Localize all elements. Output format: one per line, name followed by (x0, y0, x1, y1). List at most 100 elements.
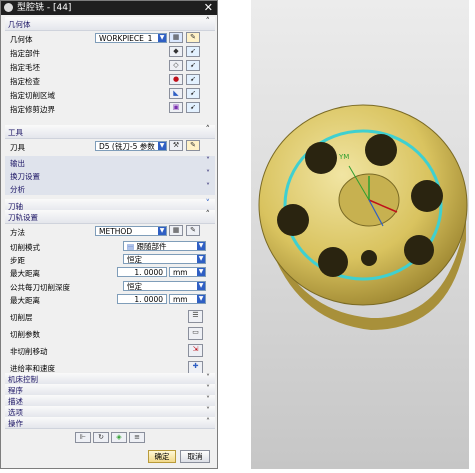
specify-check-row: 指定检查 ● ➹ (5, 74, 215, 87)
max-distance2-unit-select[interactable]: mm ▼ (169, 294, 206, 304)
subsection-tool-change[interactable]: 换刀设置 ˅ (5, 169, 215, 182)
non-cut-moves-icon[interactable]: ⇲ (188, 344, 203, 357)
subsection-analysis[interactable]: 分析 ˅ (5, 182, 215, 195)
cut-params-row: 切削参数 ▭ (5, 326, 215, 342)
tool-change-label: 换刀设置 (10, 172, 40, 181)
geometry-label: 几何体 (10, 35, 33, 44)
flashlight-icon[interactable]: ➹ (186, 88, 200, 99)
max-distance-unit: mm (173, 268, 188, 277)
cut-area-select-icon[interactable]: ◣ (169, 88, 183, 99)
specify-blank-label: 指定毛坯 (10, 63, 40, 72)
specify-part-label: 指定部件 (10, 49, 40, 58)
generate-icon[interactable]: ⊩ (75, 432, 91, 443)
specify-trim-label: 指定修剪边界 (10, 105, 55, 114)
chevron-up-icon[interactable]: ˄ (206, 17, 211, 27)
edit-tool-icon[interactable]: ✎ (186, 140, 200, 151)
max-distance2-row: 最大距离 1. 0000 mm ▼ (5, 293, 215, 306)
chevron-down-icon[interactable]: ˅ (206, 384, 210, 393)
chevron-up-icon[interactable]: ˄ (206, 417, 210, 426)
list-icon[interactable]: ≡ (129, 432, 145, 443)
pocket-hole (404, 235, 434, 265)
section-tool[interactable]: 工具 ˄ (5, 125, 215, 139)
chevron-down-icon: ▼ (197, 242, 205, 250)
chevron-down-icon[interactable]: ˅ (206, 199, 211, 209)
section-path-settings[interactable]: 刀轨设置 ˄ (5, 210, 215, 224)
method-value: METHOD (99, 227, 133, 236)
specify-cut-area-row: 指定切削区域 ◣ ➹ (5, 88, 215, 101)
specify-cut-area-label: 指定切削区域 (10, 91, 55, 100)
chevron-down-icon[interactable]: ˅ (206, 182, 210, 191)
ym-axis-label: YM (338, 153, 349, 161)
stepover-select[interactable]: 恒定 ▼ (123, 254, 206, 264)
flashlight-icon[interactable]: ➹ (186, 102, 200, 113)
pocket-hole (318, 247, 348, 277)
new-geometry-icon[interactable]: ▦ (169, 32, 183, 43)
non-cut-moves-row: 非切削移动 ⇲ (5, 343, 215, 359)
edit-method-icon[interactable]: ✎ (186, 225, 200, 236)
chevron-down-icon: ▼ (197, 295, 205, 303)
chevron-down-icon: ▼ (158, 34, 166, 42)
pocket-hole (305, 142, 337, 174)
flashlight-icon[interactable]: ➹ (186, 60, 200, 71)
check-select-icon[interactable]: ● (169, 74, 183, 85)
action-icons-row: ⊩ ↻ ◈ ≡ (5, 431, 215, 444)
pocket-hole (365, 134, 397, 166)
replay-icon[interactable]: ↻ (93, 432, 109, 443)
max-distance-input[interactable]: 1. 0000 (117, 267, 167, 277)
pocket-hole (411, 180, 443, 212)
stepover-value: 恒定 (127, 255, 142, 264)
app-icon (4, 3, 13, 12)
cut-levels-icon[interactable]: ☰ (188, 310, 203, 323)
chevron-up-icon[interactable]: ˄ (206, 210, 211, 220)
depth-row: 公共每刀切削深度 恒定 ▼ (5, 280, 215, 293)
chevron-down-icon[interactable]: ˅ (206, 406, 210, 415)
specify-part-row: 指定部件 ◆ ➹ (5, 46, 215, 59)
cut-params-icon[interactable]: ▭ (188, 327, 203, 340)
cut-mode-row: 切削模式 ▤ 跟随部件 ▼ (5, 240, 215, 253)
new-tool-icon[interactable]: ⚒ (169, 140, 183, 151)
max-distance-row: 最大距离 1. 0000 mm ▼ (5, 266, 215, 279)
subsection-output[interactable]: 输出 ˅ (5, 156, 215, 169)
dialog-title: 型腔铣 - [44] (17, 3, 72, 13)
new-method-icon[interactable]: ▦ (169, 225, 183, 236)
section-path-label: 刀轨设置 (8, 213, 38, 222)
verify-icon[interactable]: ◈ (111, 432, 127, 443)
max-distance2-input[interactable]: 1. 0000 (117, 294, 167, 304)
part-select-icon[interactable]: ◆ (169, 46, 183, 57)
tool-value: D5 (铣刀-5 参数 (99, 142, 155, 151)
blank-select-icon[interactable]: ◇ (169, 60, 183, 71)
actions-label: 操作 (8, 419, 23, 428)
cut-levels-label: 切削层 (10, 313, 33, 322)
pocket-hole (277, 204, 309, 236)
flashlight-icon[interactable]: ➹ (186, 74, 200, 85)
section-actions[interactable]: 操作 ˄ (5, 417, 215, 429)
non-cut-moves-label: 非切削移动 (10, 347, 48, 356)
cancel-button[interactable]: 取消 (180, 450, 210, 463)
chevron-down-icon[interactable]: ˅ (206, 373, 210, 382)
chevron-down-icon[interactable]: ˅ (206, 156, 210, 165)
max-distance-unit-select[interactable]: mm ▼ (169, 267, 206, 277)
method-select[interactable]: METHOD ▼ (95, 226, 167, 236)
output-label: 输出 (10, 159, 25, 168)
edit-geometry-icon[interactable]: ✎ (186, 32, 200, 43)
graphics-viewport[interactable]: YM (251, 0, 469, 469)
cut-mode-select[interactable]: ▤ 跟随部件 ▼ (123, 241, 206, 251)
trim-boundary-icon[interactable]: ▣ (169, 102, 183, 113)
tool-select[interactable]: D5 (铣刀-5 参数 ▼ (95, 141, 167, 151)
chevron-down-icon[interactable]: ˅ (206, 395, 210, 404)
close-icon[interactable]: ✕ (204, 1, 213, 15)
geometry-value: WORKPIECE_1 (99, 34, 153, 43)
specify-trim-row: 指定修剪边界 ▣ ➹ (5, 102, 215, 115)
chevron-down-icon[interactable]: ˅ (206, 169, 210, 178)
depth-select[interactable]: 恒定 ▼ (123, 281, 206, 291)
chevron-down-icon: ▼ (197, 268, 205, 276)
geometry-select[interactable]: WORKPIECE_1 ▼ (95, 33, 167, 43)
chevron-down-icon: ▼ (158, 142, 166, 150)
depth-label: 公共每刀切削深度 (10, 283, 70, 292)
flashlight-icon[interactable]: ➹ (186, 46, 200, 57)
stepover-row: 步距 恒定 ▼ (5, 253, 215, 266)
chevron-up-icon[interactable]: ˄ (206, 125, 211, 135)
ok-button[interactable]: 确定 (148, 450, 176, 463)
chevron-down-icon: ▼ (197, 282, 205, 290)
section-geometry[interactable]: 几何体 ˄ (5, 17, 215, 31)
